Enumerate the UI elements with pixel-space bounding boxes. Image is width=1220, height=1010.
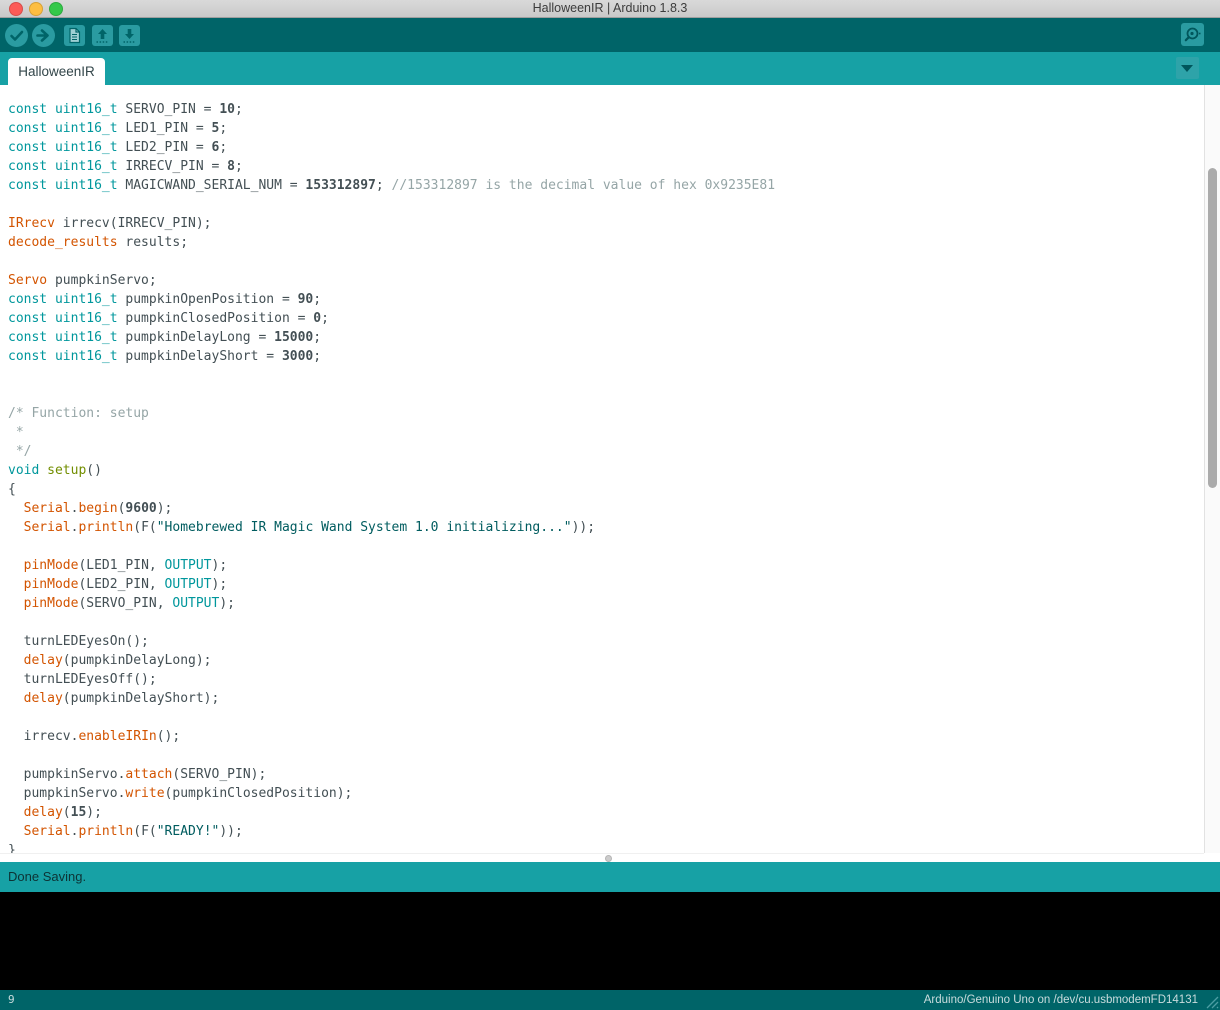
code-line: const uint16_t pumpkinOpenPosition = 90; (8, 290, 1204, 309)
code-line (8, 613, 1204, 632)
code-line (8, 195, 1204, 214)
code-line: IRrecv irrecv(IRRECV_PIN); (8, 214, 1204, 233)
status-bar: Done Saving. (0, 862, 1220, 892)
code-line: irrecv.enableIRIn(); (8, 727, 1204, 746)
code-line: pinMode(LED2_PIN, OUTPUT); (8, 575, 1204, 594)
footer-bar: 9 Arduino/Genuino Uno on /dev/cu.usbmode… (0, 990, 1220, 1010)
code-line: const uint16_t IRRECV_PIN = 8; (8, 157, 1204, 176)
tab-halloweenir[interactable]: HalloweenIR (8, 58, 105, 85)
console-output[interactable] (0, 892, 1220, 990)
code-line: pumpkinServo.attach(SERVO_PIN); (8, 765, 1204, 784)
code-line: const uint16_t pumpkinDelayShort = 3000; (8, 347, 1204, 366)
code-line: delay(pumpkinDelayShort); (8, 689, 1204, 708)
new-sketch-button[interactable] (64, 25, 85, 46)
code-line: pinMode(SERVO_PIN, OUTPUT); (8, 594, 1204, 613)
tab-menu-button[interactable] (1176, 57, 1199, 79)
magnifier-icon (1181, 23, 1204, 46)
code-line: Servo pumpkinServo; (8, 271, 1204, 290)
tab-bar: HalloweenIR (0, 52, 1220, 85)
code-line: } (8, 841, 1204, 853)
board-port-info: Arduino/Genuino Uno on /dev/cu.usbmodemF… (924, 990, 1198, 1010)
document-icon (64, 25, 85, 46)
serial-monitor-button[interactable] (1181, 23, 1204, 46)
code-line: const uint16_t pumpkinDelayLong = 15000; (8, 328, 1204, 347)
toolbar (0, 18, 1220, 52)
code-line: pinMode(LED1_PIN, OUTPUT); (8, 556, 1204, 575)
tab-label: HalloweenIR (18, 64, 95, 79)
code-line: */ (8, 442, 1204, 461)
status-message: Done Saving. (8, 862, 86, 892)
code-line: Serial.println(F("Homebrewed IR Magic Wa… (8, 518, 1204, 537)
check-icon (5, 24, 28, 47)
code-line: delay(pumpkinDelayLong); (8, 651, 1204, 670)
code-line: delay(15); (8, 803, 1204, 822)
right-arrow-icon (32, 24, 55, 47)
code-line: Serial.println(F("READY!")); (8, 822, 1204, 841)
code-line: { (8, 480, 1204, 499)
code-line (8, 708, 1204, 727)
code-line: void setup() (8, 461, 1204, 480)
down-arrow-icon (119, 25, 140, 46)
code-line (8, 366, 1204, 385)
code-line: * (8, 423, 1204, 442)
code-line (8, 385, 1204, 404)
code-line (8, 537, 1204, 556)
code-line: /* Function: setup (8, 404, 1204, 423)
resize-grip[interactable] (1202, 992, 1219, 1009)
code-line: decode_results results; (8, 233, 1204, 252)
save-button[interactable] (119, 25, 140, 46)
title-bar[interactable]: HalloweenIR | Arduino 1.8.3 (0, 0, 1220, 18)
code-line: const uint16_t MAGICWAND_SERIAL_NUM = 15… (8, 176, 1204, 195)
code-line (8, 746, 1204, 765)
up-arrow-icon (92, 25, 113, 46)
chevron-down-icon (1181, 65, 1193, 72)
window-title: HalloweenIR | Arduino 1.8.3 (0, 0, 1220, 17)
vertical-scrollbar-thumb[interactable] (1208, 168, 1217, 488)
cursor-line-number: 9 (8, 990, 15, 1010)
code-line: Serial.begin(9600); (8, 499, 1204, 518)
code-line (8, 252, 1204, 271)
code-line: const uint16_t LED2_PIN = 6; (8, 138, 1204, 157)
arduino-ide-window: HalloweenIR | Arduino 1.8.3 (0, 0, 1220, 1010)
code-line: turnLEDEyesOff(); (8, 670, 1204, 689)
code-line: turnLEDEyesOn(); (8, 632, 1204, 651)
horizontal-scrollbar-thumb[interactable] (605, 855, 612, 862)
code-line: const uint16_t LED1_PIN = 5; (8, 119, 1204, 138)
upload-button[interactable] (32, 24, 55, 47)
code-line: const uint16_t SERVO_PIN = 10; (8, 100, 1204, 119)
code-line: pumpkinServo.write(pumpkinClosedPosition… (8, 784, 1204, 803)
vertical-scrollbar[interactable] (1204, 85, 1220, 853)
open-button[interactable] (92, 25, 113, 46)
code-line: const uint16_t pumpkinClosedPosition = 0… (8, 309, 1204, 328)
verify-button[interactable] (5, 24, 28, 47)
code-area[interactable]: const uint16_t SERVO_PIN = 10;const uint… (0, 85, 1204, 853)
